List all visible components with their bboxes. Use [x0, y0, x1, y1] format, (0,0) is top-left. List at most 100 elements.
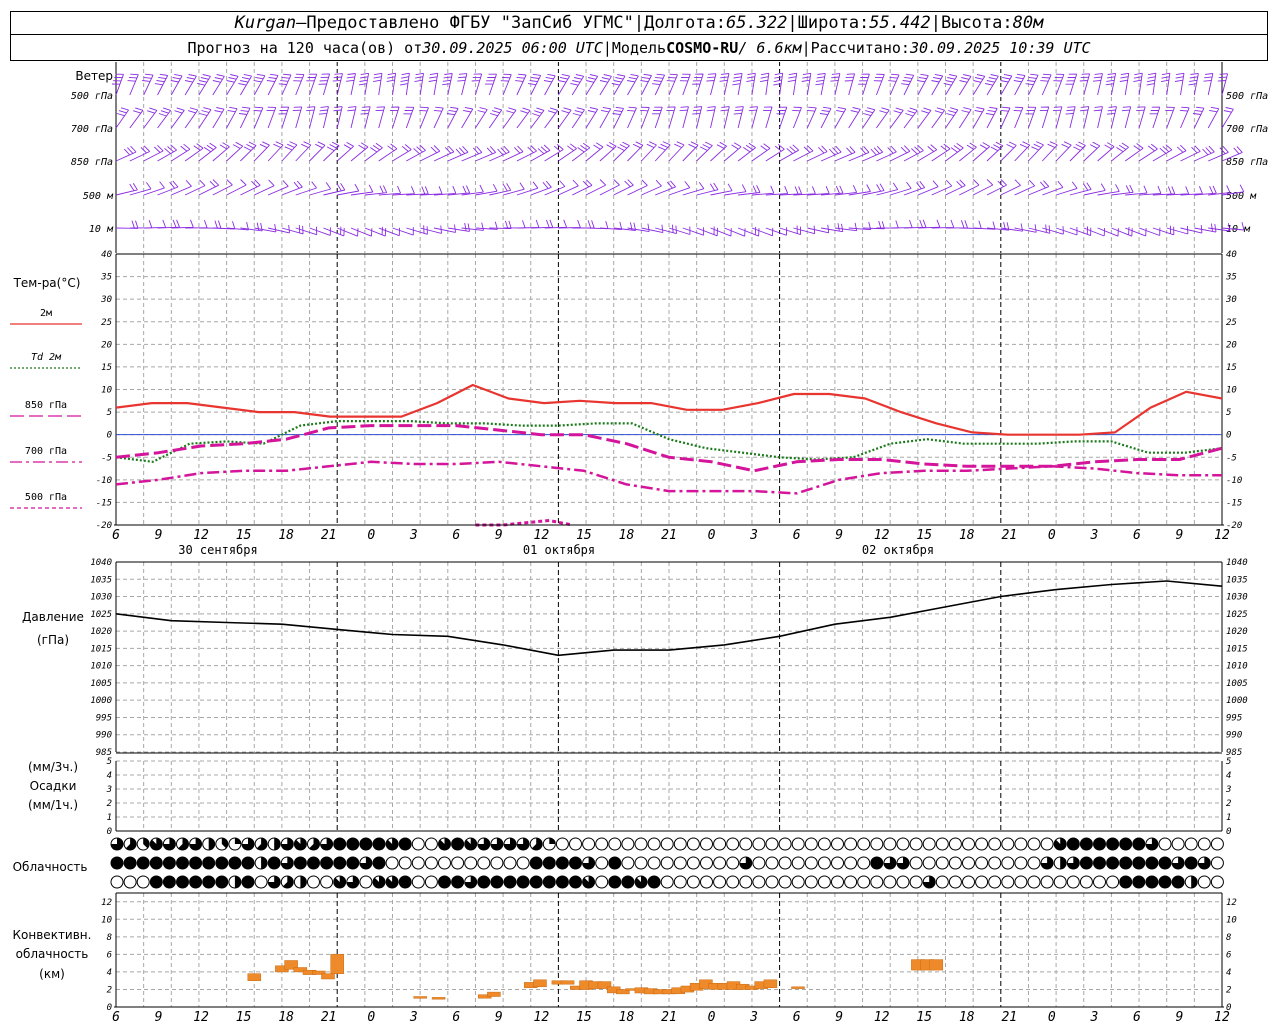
- cloud-symbol: [595, 837, 609, 851]
- wind-barb: [184, 107, 199, 129]
- wind-barb: [815, 72, 826, 96]
- wind-barb: [959, 142, 977, 162]
- cloud-circle: [673, 856, 687, 870]
- wind-barb: [763, 106, 773, 129]
- y-tick-label-left: 10: [101, 915, 112, 925]
- hour-tick-label: 9: [835, 1010, 843, 1024]
- wind-barb: [323, 183, 346, 196]
- cloud-circle: [1066, 875, 1080, 889]
- wind-barb: [226, 141, 244, 162]
- y-tick-label-right: 995: [1226, 713, 1242, 723]
- hour-tick-label: 9: [495, 528, 503, 543]
- y-tick-label-left: 1005: [90, 679, 112, 689]
- cloud-circle: [1093, 875, 1106, 889]
- wind-barb: [599, 74, 612, 96]
- wind-barb: [154, 73, 169, 96]
- hour-tick-label: 6: [793, 528, 801, 543]
- wind-barb: [1160, 72, 1171, 96]
- cloud-symbol: [673, 875, 687, 889]
- cloud-circle: [634, 837, 648, 851]
- cloud-symbol: [569, 875, 582, 889]
- cloud-fill: [373, 838, 385, 850]
- cloud-fill: [1067, 838, 1080, 850]
- hour-tick-label: 21: [661, 528, 677, 543]
- cloud-symbol: [280, 837, 294, 851]
- cloud-circle: [870, 875, 884, 889]
- cloud-symbol: [202, 837, 216, 851]
- y-tick-label-left: 2: [107, 985, 112, 995]
- cloud-symbol: [1197, 875, 1211, 889]
- cloud-symbol: [700, 875, 713, 889]
- wind-barb: [157, 219, 180, 229]
- y-tick-label-right: 5: [1226, 408, 1231, 418]
- wind-barb: [666, 73, 678, 96]
- cloud-circle: [909, 875, 923, 889]
- wind-barb: [640, 73, 652, 96]
- date-label: 30 сентября: [178, 543, 257, 557]
- wind-barb: [433, 106, 444, 129]
- wind-barb: [570, 74, 585, 96]
- wind-barb: [901, 73, 915, 96]
- cloud-symbol: [555, 875, 569, 889]
- time-axis: 6 9 12 15 18 21 0 3 6 9 12 15 18 21 0 3 6 9 12 15 18 21 0 3 6 9 12: [112, 524, 1230, 543]
- wind-barb: [1105, 72, 1117, 96]
- cloud-symbol: [424, 875, 438, 889]
- cloud-symbol: [962, 856, 975, 870]
- wind-barb: [627, 106, 637, 129]
- wind-barb: [414, 72, 424, 96]
- wind-barb: [773, 72, 784, 96]
- hour-tick-label: 3: [409, 528, 418, 543]
- cloud-symbol: [398, 856, 412, 870]
- cloud-symbol: [647, 837, 661, 851]
- wind-barb: [1092, 73, 1103, 96]
- cloud-symbol: [149, 856, 163, 870]
- cloud-circle: [726, 875, 740, 889]
- cloud-symbol: [752, 837, 766, 851]
- clouds-title: Облачность: [13, 860, 88, 874]
- cloud-fill: [1106, 838, 1119, 850]
- y-tick-label-left: 8: [107, 933, 112, 943]
- cloud-circle: [254, 875, 268, 889]
- wind-barb: [1014, 224, 1037, 233]
- hour-tick-label: 12: [193, 528, 209, 543]
- cloud-circle: [739, 875, 753, 889]
- convective-bar: [533, 979, 547, 988]
- wind-barb: [406, 225, 428, 235]
- cloud-fill: [150, 876, 163, 888]
- wind-barb: [318, 73, 331, 96]
- cloud-fill: [1119, 838, 1132, 850]
- wind-barb: [544, 144, 564, 162]
- wind-barb: [471, 73, 483, 96]
- convective-bar: [330, 954, 344, 974]
- cloud-symbol: [857, 875, 871, 889]
- hour-tick-label: 6: [112, 1010, 120, 1024]
- cloud-symbol: [765, 875, 779, 889]
- cloud-symbol: [1119, 875, 1133, 889]
- cloud-symbol: [962, 837, 975, 851]
- cloud-fill: [359, 838, 372, 850]
- cloud-symbol: [883, 875, 897, 889]
- cloud-fill: [504, 876, 516, 888]
- wind-barb: [806, 106, 817, 129]
- wind-barb: [654, 141, 671, 162]
- cloud-circle: [411, 856, 425, 870]
- wind-barb: [945, 220, 968, 229]
- cloud-symbol: [385, 837, 399, 851]
- hour-tick-label: 18: [619, 1010, 635, 1024]
- cloud-circle: [831, 837, 844, 851]
- cloud-symbol: [490, 875, 504, 889]
- wind-barb: [333, 106, 343, 129]
- cloud-symbol: [280, 875, 294, 889]
- cloud-fill: [163, 876, 176, 888]
- y-tick-label-right: 1020: [1226, 627, 1248, 637]
- wind-barb: [972, 142, 990, 162]
- cloud-symbol: [123, 856, 137, 870]
- cloud-fill: [1119, 857, 1132, 869]
- wind-barb: [295, 141, 312, 162]
- cloud-symbol: [909, 837, 923, 851]
- wind-barb: [278, 106, 290, 129]
- y-tick-label-right: 40: [1226, 250, 1237, 260]
- wind-barb: [1000, 106, 1011, 129]
- cloud-symbol: [529, 837, 543, 851]
- wind-barb: [585, 107, 599, 129]
